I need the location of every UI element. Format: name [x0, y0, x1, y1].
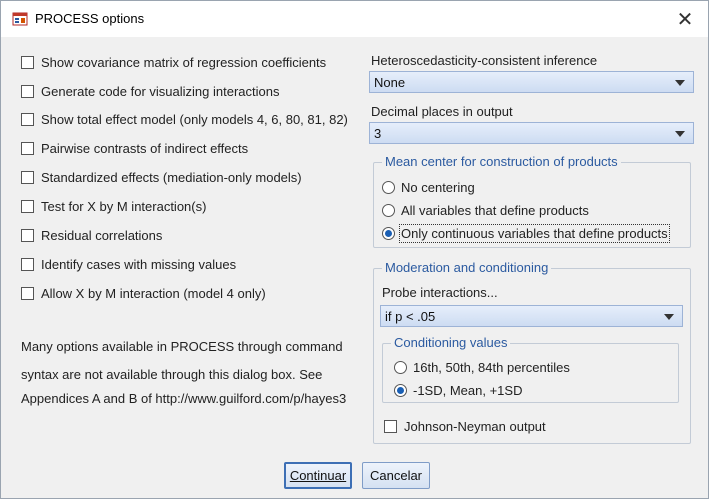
- mean-center-legend: Mean center for construction of products: [382, 154, 621, 169]
- radio-continuous-variables[interactable]: Only continuous variables that define pr…: [382, 223, 670, 243]
- checkbox[interactable]: [21, 112, 34, 126]
- option-johnson-neyman[interactable]: Johnson-Neyman output: [384, 417, 546, 435]
- checkbox[interactable]: [21, 55, 34, 69]
- decimal-places-value: 3: [374, 125, 382, 141]
- chevron-down-icon: [675, 80, 685, 86]
- radio-no-centering[interactable]: No centering: [382, 178, 475, 196]
- radio-label: All variables that define products: [401, 202, 589, 218]
- option-label: Identify cases with missing values: [41, 256, 237, 272]
- checkbox[interactable]: [21, 84, 34, 98]
- option-residual-correlations[interactable]: Residual correlations: [21, 226, 162, 244]
- help-note-line-3: Appendices A and B of http://www.guilfor…: [21, 391, 347, 406]
- radio-sd-mean[interactable]: -1SD, Mean, +1SD: [394, 381, 522, 399]
- radio-label: 16th, 50th, 84th percentiles: [413, 359, 570, 375]
- close-icon[interactable]: ✕: [662, 1, 708, 37]
- hc-inference-label: Heteroscedasticity-consistent inference: [371, 53, 598, 68]
- mean-center-group: Mean center for construction of products…: [373, 154, 691, 248]
- option-label: Show covariance matrix of regression coe…: [41, 54, 327, 70]
- decimal-places-select[interactable]: 3: [369, 122, 694, 144]
- radio-percentiles[interactable]: 16th, 50th, 84th percentiles: [394, 358, 570, 376]
- option-missing-cases[interactable]: Identify cases with missing values: [21, 255, 236, 273]
- help-note-line-1: Many options available in PROCESS throug…: [21, 339, 343, 354]
- option-label: Allow X by M interaction (model 4 only): [41, 285, 266, 301]
- option-total-effect[interactable]: Show total effect model (only models 4, …: [21, 110, 348, 128]
- process-options-dialog: PROCESS options ✕ Show covariance matrix…: [0, 0, 709, 499]
- option-pairwise-contrasts[interactable]: Pairwise contrasts of indirect effects: [21, 139, 248, 157]
- radio-label: Only continuous variables that define pr…: [399, 223, 670, 243]
- cancel-button[interactable]: Cancelar: [362, 462, 430, 489]
- moderation-legend: Moderation and conditioning: [382, 260, 552, 275]
- radio-button[interactable]: [382, 226, 395, 240]
- checkbox[interactable]: [384, 419, 397, 433]
- checkbox[interactable]: [21, 199, 34, 213]
- conditioning-values-legend: Conditioning values: [391, 335, 511, 350]
- chevron-down-icon: [664, 314, 674, 320]
- option-allow-xm-interaction[interactable]: Allow X by M interaction (model 4 only): [21, 284, 266, 302]
- probe-interactions-select[interactable]: if p < .05: [380, 305, 683, 327]
- probe-interactions-value: if p < .05: [385, 308, 436, 324]
- window-title: PROCESS options: [35, 11, 145, 26]
- hc-inference-value: None: [374, 74, 406, 90]
- option-label: Residual correlations: [41, 227, 163, 243]
- checkbox[interactable]: [21, 170, 34, 184]
- option-covariance-matrix[interactable]: Show covariance matrix of regression coe…: [21, 53, 326, 71]
- checkbox[interactable]: [21, 228, 34, 242]
- radio-button[interactable]: [382, 203, 395, 217]
- radio-button[interactable]: [394, 383, 407, 397]
- probe-interactions-label: Probe interactions...: [382, 285, 498, 300]
- option-label: Generate code for visualizing interactio…: [41, 83, 280, 99]
- continue-button-label: Continuar: [289, 468, 347, 483]
- moderation-group: Moderation and conditioning Probe intera…: [373, 260, 691, 444]
- option-standardized-effects[interactable]: Standardized effects (mediation-only mod…: [21, 168, 302, 186]
- checkbox[interactable]: [21, 286, 34, 300]
- title-bar[interactable]: PROCESS options ✕: [1, 1, 708, 37]
- checkbox[interactable]: [21, 257, 34, 271]
- option-label: Show total effect model (only models 4, …: [41, 111, 348, 127]
- cancel-button-label: Cancelar: [369, 468, 423, 483]
- hc-inference-select[interactable]: None: [369, 71, 694, 93]
- radio-label: -1SD, Mean, +1SD: [413, 382, 523, 398]
- help-note-line-2: syntax are not available through this di…: [21, 367, 323, 382]
- checkbox[interactable]: [21, 141, 34, 155]
- dialog-body: Show covariance matrix of regression coe…: [1, 37, 708, 498]
- option-label: Pairwise contrasts of indirect effects: [41, 140, 249, 156]
- decimal-places-label: Decimal places in output: [371, 104, 513, 119]
- conditioning-values-group: Conditioning values 16th, 50th, 84th per…: [382, 335, 679, 403]
- radio-button[interactable]: [382, 180, 395, 194]
- chevron-down-icon: [675, 131, 685, 137]
- radio-all-variables[interactable]: All variables that define products: [382, 201, 589, 219]
- continue-button[interactable]: Continuar: [284, 462, 352, 489]
- spss-dialog-icon: [12, 12, 28, 26]
- radio-label: No centering: [401, 179, 475, 195]
- option-label: Test for X by M interaction(s): [41, 198, 207, 214]
- radio-button[interactable]: [394, 360, 407, 374]
- option-visualize-code[interactable]: Generate code for visualizing interactio…: [21, 82, 279, 100]
- option-xm-interaction-test[interactable]: Test for X by M interaction(s): [21, 197, 206, 215]
- option-label: Standardized effects (mediation-only mod…: [41, 169, 302, 185]
- option-label: Johnson-Neyman output: [404, 418, 546, 434]
